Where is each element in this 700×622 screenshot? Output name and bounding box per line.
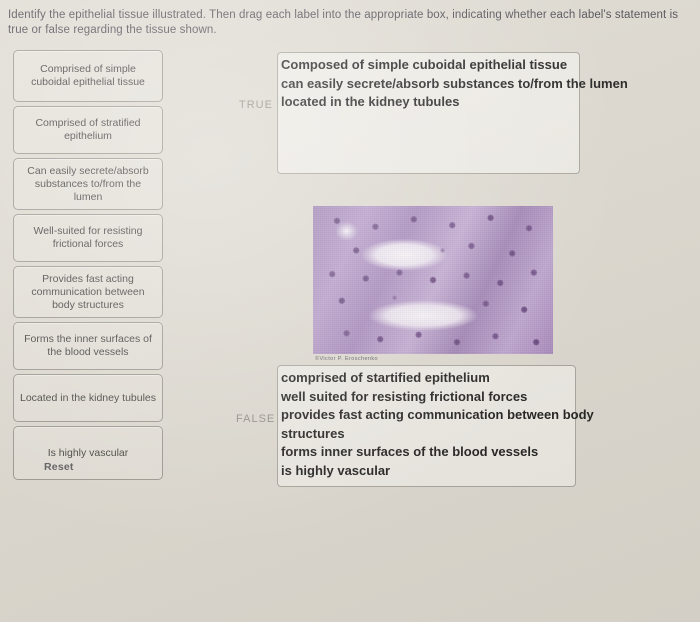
question-prompt: Identify the epithelial tissue illustrat… — [8, 9, 679, 36]
true-answer-item[interactable]: can easily secrete/absorb substances to/… — [281, 75, 700, 94]
false-answer-item[interactable]: provides fast acting communication betwe… — [281, 406, 651, 443]
false-zone-label: FALSE — [236, 413, 276, 425]
drag-label-highly-vascular[interactable]: Is highly vascular — [13, 426, 163, 480]
micrograph-copyright-caption: ©Victor P. Eroschenko — [315, 356, 378, 362]
histology-micrograph-figure: ©Victor P. Eroschenko — [313, 206, 553, 370]
false-answer-item[interactable]: well suited for resisting frictional for… — [281, 388, 700, 407]
draggable-label-bank: Comprised of simple cuboidal epithelial … — [13, 50, 163, 484]
true-answer-item[interactable]: Composed of simple cuboidal epithelial t… — [281, 56, 700, 75]
drag-label-simple-cuboidal[interactable]: Comprised of simple cuboidal epithelial … — [13, 50, 163, 102]
drag-label-fast-communication[interactable]: Provides fast acting communication betwe… — [13, 266, 163, 318]
drag-label-kidney-tubules[interactable]: Located in the kidney tubules — [13, 374, 163, 422]
drag-label-secrete-absorb[interactable]: Can easily secrete/absorb substances to/… — [13, 158, 163, 210]
true-zone-label: TRUE — [239, 99, 273, 111]
micrograph-grain-layer — [313, 206, 553, 354]
drag-label-stratified-epithelium[interactable]: Comprised of stratified epithelium — [13, 106, 163, 154]
reset-button[interactable]: Reset — [44, 461, 74, 473]
true-answer-item[interactable]: located in the kidney tubules — [281, 93, 700, 112]
kidney-tubules-micrograph-image — [313, 206, 553, 354]
false-answer-item[interactable]: is highly vascular — [281, 462, 700, 481]
drag-label-frictional-forces[interactable]: Well-suited for resisting frictional for… — [13, 214, 163, 262]
false-answer-list: comprised of startified epithelium well … — [281, 369, 700, 480]
true-answer-list: Composed of simple cuboidal epithelial t… — [281, 56, 700, 112]
false-answer-item[interactable]: comprised of startified epithelium — [281, 369, 700, 388]
false-answer-item[interactable]: forms inner surfaces of the blood vessel… — [281, 443, 700, 462]
drag-label-blood-vessel-lining[interactable]: Forms the inner surfaces of the blood ve… — [13, 322, 163, 370]
